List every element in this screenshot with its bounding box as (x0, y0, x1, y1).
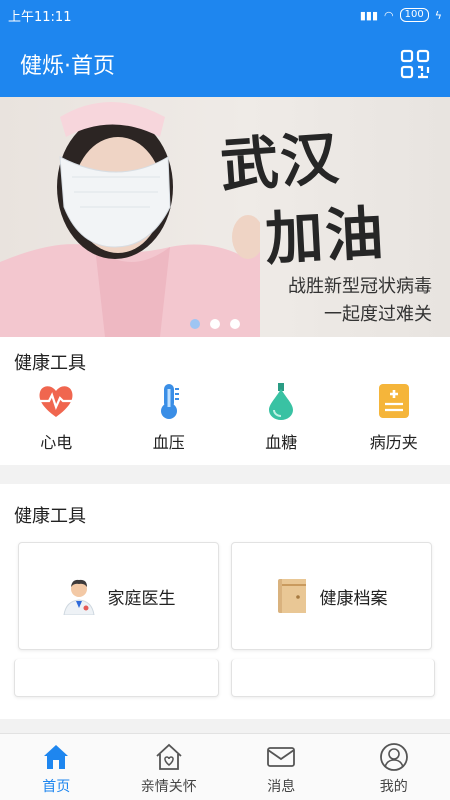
banner-subtitle-line2: 一起度过难关 (324, 304, 432, 325)
app-bar: 健烁·首页 (0, 30, 450, 97)
health-services-section: 健康工具 家庭医生 健康档案 (0, 484, 450, 719)
nav-home[interactable]: 首页 (0, 734, 113, 800)
carousel-dot[interactable] (190, 319, 200, 329)
tool-label: 病历夹 (369, 433, 418, 452)
family-home-icon (156, 743, 182, 770)
battery-indicator: 100 (399, 8, 429, 22)
service-card-partial[interactable] (231, 659, 435, 697)
tool-label: 血压 (152, 433, 185, 452)
section-title: 健康工具 (14, 506, 86, 527)
card-label: 家庭医生 (107, 588, 176, 609)
qr-code-icon[interactable] (400, 49, 430, 79)
signal-icon: ▮▮▮ (359, 8, 379, 22)
charging-icon: ϟ (434, 8, 442, 22)
tool-label: 血糖 (265, 433, 298, 452)
carousel-dot[interactable] (230, 319, 240, 329)
nav-family-care[interactable]: 亲情关怀 (113, 734, 226, 800)
promo-banner[interactable]: 武汉 加油 战胜新型冠状病毒 一起度过难关 (0, 97, 450, 337)
nav-label: 首页 (42, 779, 71, 795)
nav-messages[interactable]: 消息 (225, 734, 338, 800)
wifi-icon: ◠ (384, 8, 394, 22)
family-doctor-card[interactable]: 家庭医生 (18, 542, 219, 650)
user-icon (379, 743, 408, 771)
medical-record-icon (378, 384, 409, 418)
section-title: 健康工具 (14, 353, 86, 374)
nav-profile[interactable]: 我的 (338, 734, 450, 800)
banner-slogan-line2: 加油 (263, 198, 387, 274)
banner-subtitle-line1: 战胜新型冠状病毒 (288, 276, 432, 297)
status-icons: ▮▮▮ ◠ 100 ϟ (360, 8, 442, 22)
status-time: 上午11:11 (8, 9, 72, 25)
thermometer-icon (160, 384, 179, 419)
tool-medical-record[interactable]: 病历夹 (338, 381, 450, 453)
carousel-dot[interactable] (210, 319, 220, 329)
tool-ecg[interactable]: 心电 (0, 381, 113, 453)
doctor-icon (62, 579, 95, 615)
tool-grid: 心电 血压 血糖 病历夹 (0, 381, 450, 453)
page-title: 健烁·首页 (20, 53, 115, 79)
health-archive-card[interactable]: 健康档案 (231, 542, 432, 650)
nav-label: 消息 (267, 779, 296, 795)
service-card-partial[interactable] (14, 659, 219, 697)
blood-drop-icon (269, 383, 294, 420)
heart-ecg-icon (39, 386, 73, 417)
tool-blood-sugar[interactable]: 血糖 (225, 381, 338, 453)
bottom-navigation: 首页 亲情关怀 消息 我的 (0, 733, 450, 800)
tool-label: 心电 (40, 433, 73, 452)
carousel-indicator (190, 319, 240, 329)
mail-icon (267, 747, 296, 767)
home-icon (44, 745, 69, 769)
health-tools-section: 健康工具 心电 血压 血糖 病历夹 (0, 337, 450, 465)
status-bar: 上午11:11 ▮▮▮ ◠ 100 ϟ (0, 0, 450, 30)
archive-folder-icon (277, 579, 306, 613)
card-label: 健康档案 (319, 588, 388, 609)
nav-label: 亲情关怀 (140, 779, 197, 795)
tool-blood-pressure[interactable]: 血压 (113, 381, 226, 453)
nav-label: 我的 (379, 779, 408, 795)
